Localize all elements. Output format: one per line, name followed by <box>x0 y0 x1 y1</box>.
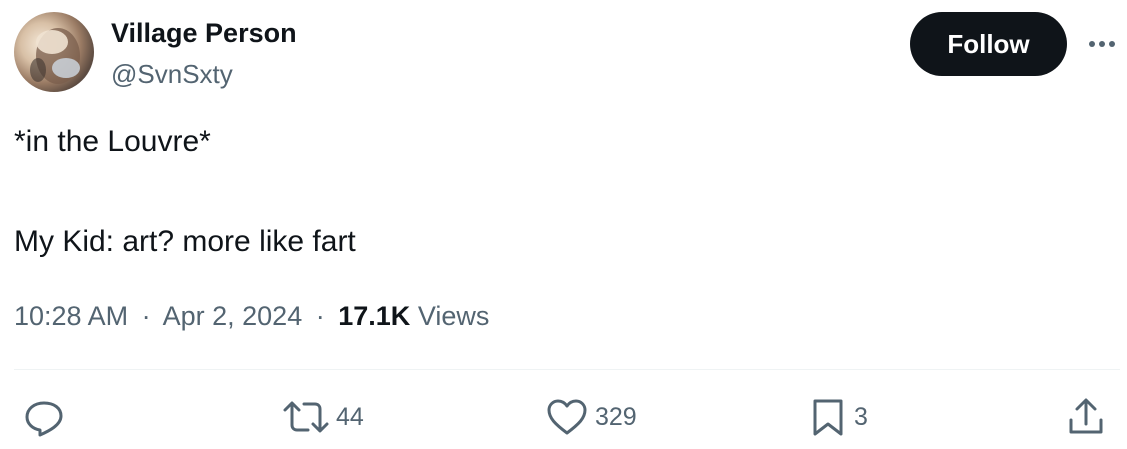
avatar-image <box>30 28 80 84</box>
tweet-time[interactable]: 10:28 AM <box>14 301 128 331</box>
meta-separator: · <box>315 301 325 331</box>
retweet-count: 44 <box>336 403 364 431</box>
tweet-meta: 10:28 AM · Apr 2, 2024 · 17.1K Views <box>14 298 489 334</box>
bookmark-icon <box>813 399 843 436</box>
tweet-text-line: My Kid: art? more like fart <box>14 225 356 258</box>
user-info: Village Person @SvnSxty <box>111 16 297 91</box>
views-count: 17.1K <box>338 301 411 331</box>
avatar[interactable] <box>14 12 94 92</box>
like-button[interactable]: 329 <box>545 397 637 437</box>
tweet-text: *in the Louvre* My Kid: art? more like f… <box>14 123 1104 261</box>
divider <box>14 369 1120 370</box>
bookmark-button[interactable]: 3 <box>808 397 868 437</box>
tweet-date[interactable]: Apr 2, 2024 <box>163 301 303 331</box>
meta-separator: · <box>141 301 151 331</box>
reply-icon <box>25 401 63 437</box>
heart-icon <box>547 399 587 435</box>
user-handle[interactable]: @SvnSxty <box>111 57 297 91</box>
views-label: Views <box>417 301 490 331</box>
display-name[interactable]: Village Person <box>111 16 297 50</box>
more-horizontal-icon <box>1089 41 1115 47</box>
share-button[interactable] <box>1066 397 1106 437</box>
bookmark-count: 3 <box>854 403 868 431</box>
more-options-button[interactable] <box>1082 30 1122 58</box>
follow-button[interactable]: Follow <box>910 12 1067 76</box>
tweet-text-line: *in the Louvre* <box>14 125 211 158</box>
like-count: 329 <box>595 403 637 431</box>
retweet-icon <box>283 401 329 433</box>
retweet-button[interactable]: 44 <box>282 397 364 437</box>
tweet-card: Village Person @SvnSxty Follow *in the L… <box>0 0 1127 449</box>
share-icon <box>1069 398 1103 434</box>
reply-button[interactable] <box>22 397 66 437</box>
